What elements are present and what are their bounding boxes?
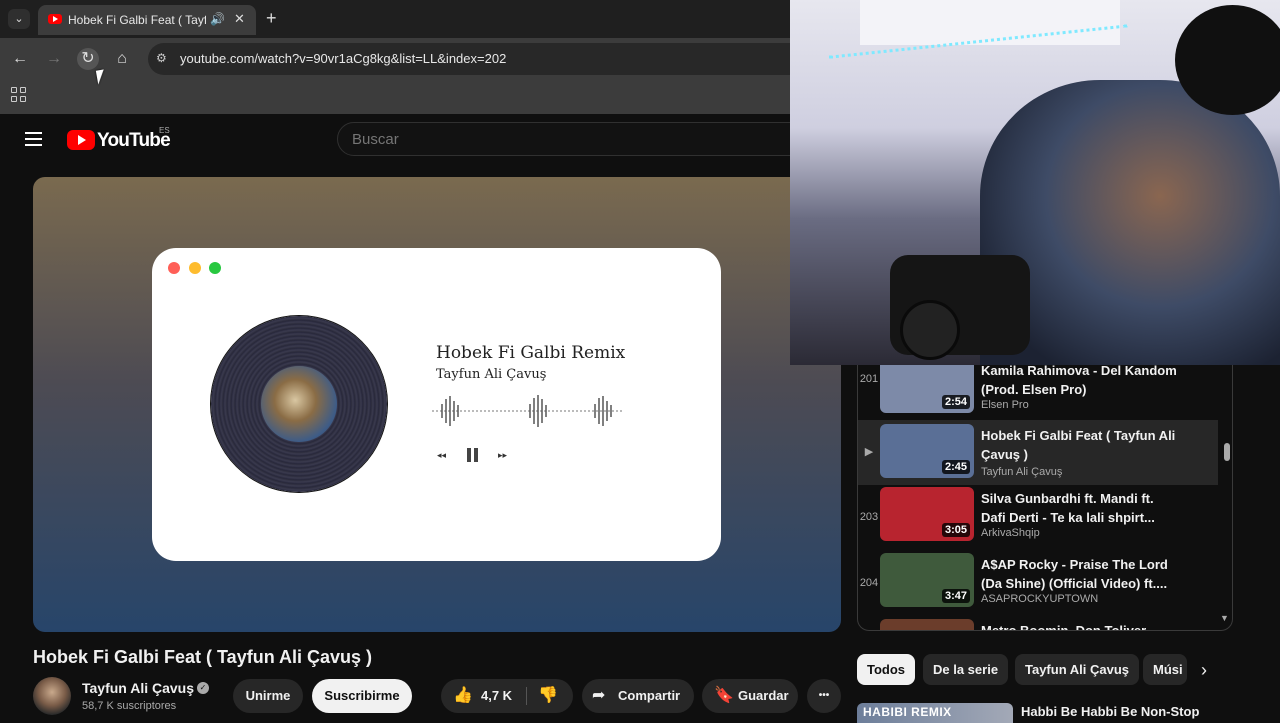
- cam-beanie: [1175, 5, 1280, 115]
- browser-tab-strip: ⌄ Hobek Fi Galbi Feat ( Tayfun Ali Çavuş…: [0, 0, 790, 38]
- site-settings-icon[interactable]: ⚙: [156, 51, 172, 67]
- bookmarks-bar: [0, 80, 790, 114]
- related-thumbnail-text: HABIBI REMIX: [863, 705, 952, 719]
- verified-check-icon: ✓: [197, 682, 209, 694]
- webcam-overlay: [790, 0, 1280, 365]
- youtube-favicon-icon: [48, 14, 62, 24]
- song-artist: Tayfun Ali Çavuş: [436, 367, 547, 382]
- duration-badge: 2:45: [941, 460, 970, 474]
- song-title: Hobek Fi Galbi Remix: [436, 343, 626, 363]
- channel-name[interactable]: Tayfun Ali Çavuş: [82, 680, 194, 696]
- vinyl-record: [211, 316, 387, 492]
- video-title: Hobek Fi Galbi Feat ( Tayfun Ali Çavuş ): [33, 647, 373, 667]
- url-text[interactable]: youtube.com/watch?v=90vr1aCg8kg&list=LL&…: [180, 51, 506, 66]
- share-button[interactable]: ➦ Compartir: [582, 679, 694, 713]
- save-button[interactable]: 🔖 Guardar: [702, 679, 798, 713]
- video-player[interactable]: Hobek Fi Galbi Remix Tayfun Ali Çavuş ◂◂…: [33, 177, 841, 632]
- address-bar[interactable]: ⚙ youtube.com/watch?v=90vr1aCg8kg&list=L…: [148, 43, 798, 75]
- new-tab-button[interactable]: +: [266, 9, 277, 27]
- forward-arrow-icon[interactable]: →: [43, 48, 65, 70]
- playlist-panel: 201 2:54 Kamila Rahimova - Del Kandom (P…: [857, 365, 1233, 631]
- playlist-item-title[interactable]: Metro Boomin, Don Toliver...: [981, 621, 1181, 630]
- related-video-title[interactable]: Habbi Be Habbi Be Non-Stop: [1021, 704, 1199, 719]
- apps-grid-icon[interactable]: [11, 87, 26, 102]
- playlist-item-title[interactable]: A$AP Rocky - Praise The Lord (Da Shine) …: [981, 555, 1181, 593]
- share-arrow-icon: ➦: [592, 687, 606, 704]
- cam-camera-lens: [900, 300, 960, 360]
- previous-track-icon: ◂◂: [437, 450, 447, 460]
- playlist-item-title[interactable]: Silva Gunbardhi ft. Mandi ft. Dafi Derti…: [981, 489, 1181, 527]
- playlist-item-channel[interactable]: Elsen Pro: [981, 399, 1029, 411]
- playlist-item[interactable]: 201 2:54 Kamila Rahimova - Del Kandom (P…: [858, 365, 1218, 424]
- thumbs-up-icon[interactable]: 👍: [453, 679, 473, 713]
- channel-avatar[interactable]: [33, 677, 71, 715]
- next-track-icon: ▸▸: [498, 450, 508, 460]
- like-divider: [526, 687, 527, 705]
- thumbs-down-icon[interactable]: 👎: [538, 679, 558, 713]
- browser-toolbar: ← → ↻ ⌂ ⚙ youtube.com/watch?v=90vr1aCg8k…: [0, 38, 798, 80]
- browser-tab[interactable]: Hobek Fi Galbi Feat ( Tayfun Ali Çavuş )…: [38, 5, 256, 35]
- youtube-logo-icon[interactable]: [67, 130, 95, 150]
- playlist-thumbnail[interactable]: [880, 619, 974, 630]
- search-input[interactable]: [352, 131, 752, 148]
- bookmark-icon: 🔖: [714, 687, 734, 704]
- playlist-thumbnail[interactable]: 2:54: [880, 365, 974, 413]
- playlist-index: 204: [859, 577, 879, 589]
- pause-icon: [467, 448, 479, 462]
- save-label: Guardar: [738, 688, 789, 703]
- join-button[interactable]: Unirme: [233, 679, 303, 713]
- home-icon[interactable]: ⌂: [111, 48, 133, 70]
- tab-close-icon[interactable]: ✕: [234, 11, 245, 27]
- related-thumbnail[interactable]: HABIBI REMIX: [857, 703, 1013, 723]
- chip-channel[interactable]: Tayfun Ali Çavuş: [1015, 654, 1140, 685]
- menu-icon[interactable]: [25, 132, 42, 146]
- playlist-item[interactable]: 203 3:05 Silva Gunbardhi ft. Mandi ft. D…: [858, 487, 1218, 552]
- scroll-down-icon[interactable]: ▼: [1220, 613, 1229, 623]
- speaker-icon[interactable]: 🔊: [210, 12, 225, 26]
- chevron-right-icon[interactable]: ›: [1201, 660, 1207, 681]
- duration-badge: 3:47: [941, 589, 970, 603]
- more-actions-button[interactable]: •••: [807, 679, 841, 713]
- playlist-item-current[interactable]: ▶ 2:45 Hobek Fi Galbi Feat ( Tayfun Ali …: [858, 420, 1218, 485]
- chip-music[interactable]: Músi: [1143, 654, 1187, 685]
- album-art: [261, 366, 337, 442]
- back-arrow-icon[interactable]: ←: [9, 48, 31, 70]
- playlist-thumbnail[interactable]: 3:05: [880, 487, 974, 541]
- playlist-scrollbar[interactable]: [1224, 443, 1230, 461]
- playlist-index: 201: [859, 373, 879, 385]
- playlist-item[interactable]: Metro Boomin, Don Toliver...: [858, 619, 1218, 630]
- reload-icon[interactable]: ↻: [77, 48, 99, 70]
- playlist-item-title[interactable]: Kamila Rahimova - Del Kandom (Prod. Else…: [981, 365, 1181, 399]
- chip-from-series[interactable]: De la serie: [923, 654, 1009, 685]
- duration-badge: 3:05: [941, 523, 970, 537]
- playlist-index: 203: [859, 511, 879, 523]
- tab-title: Hobek Fi Galbi Feat ( Tayfun Ali Çavuş ): [68, 13, 206, 27]
- search-box[interactable]: [337, 122, 797, 156]
- duration-badge: 2:54: [941, 395, 970, 409]
- country-code: ES: [159, 126, 170, 135]
- like-count[interactable]: 4,7 K: [481, 679, 512, 713]
- subscriber-count: 58,7 K suscriptores: [82, 700, 177, 712]
- like-dislike-group: 👍 4,7 K 👎: [441, 679, 573, 713]
- playlist-thumbnail[interactable]: 2:45: [880, 424, 974, 478]
- subscribe-button[interactable]: Suscribirme: [312, 679, 412, 713]
- tab-search-chevron-icon[interactable]: ⌄: [8, 9, 30, 29]
- now-playing-icon: ▶: [864, 446, 874, 458]
- chip-all[interactable]: Todos: [857, 654, 916, 685]
- waveform-graphic: [432, 395, 622, 427]
- playlist-item-channel[interactable]: ASAPROCKYUPTOWN: [981, 593, 1098, 605]
- music-player-card: Hobek Fi Galbi Remix Tayfun Ali Çavuş ◂◂…: [152, 248, 721, 561]
- window-maximize-dot: [209, 262, 221, 274]
- playlist-item-title[interactable]: Hobek Fi Galbi Feat ( Tayfun Ali Çavuş ): [981, 426, 1181, 464]
- playlist-item-channel[interactable]: ArkivaShqip: [981, 527, 1040, 539]
- share-label: Compartir: [618, 688, 681, 703]
- playlist-item-channel[interactable]: Tayfun Ali Çavuş: [981, 466, 1062, 478]
- window-minimize-dot: [189, 262, 201, 274]
- playlist-thumbnail[interactable]: 3:47: [880, 553, 974, 607]
- window-close-dot: [168, 262, 180, 274]
- playlist-item[interactable]: 204 3:47 A$AP Rocky - Praise The Lord (D…: [858, 553, 1218, 618]
